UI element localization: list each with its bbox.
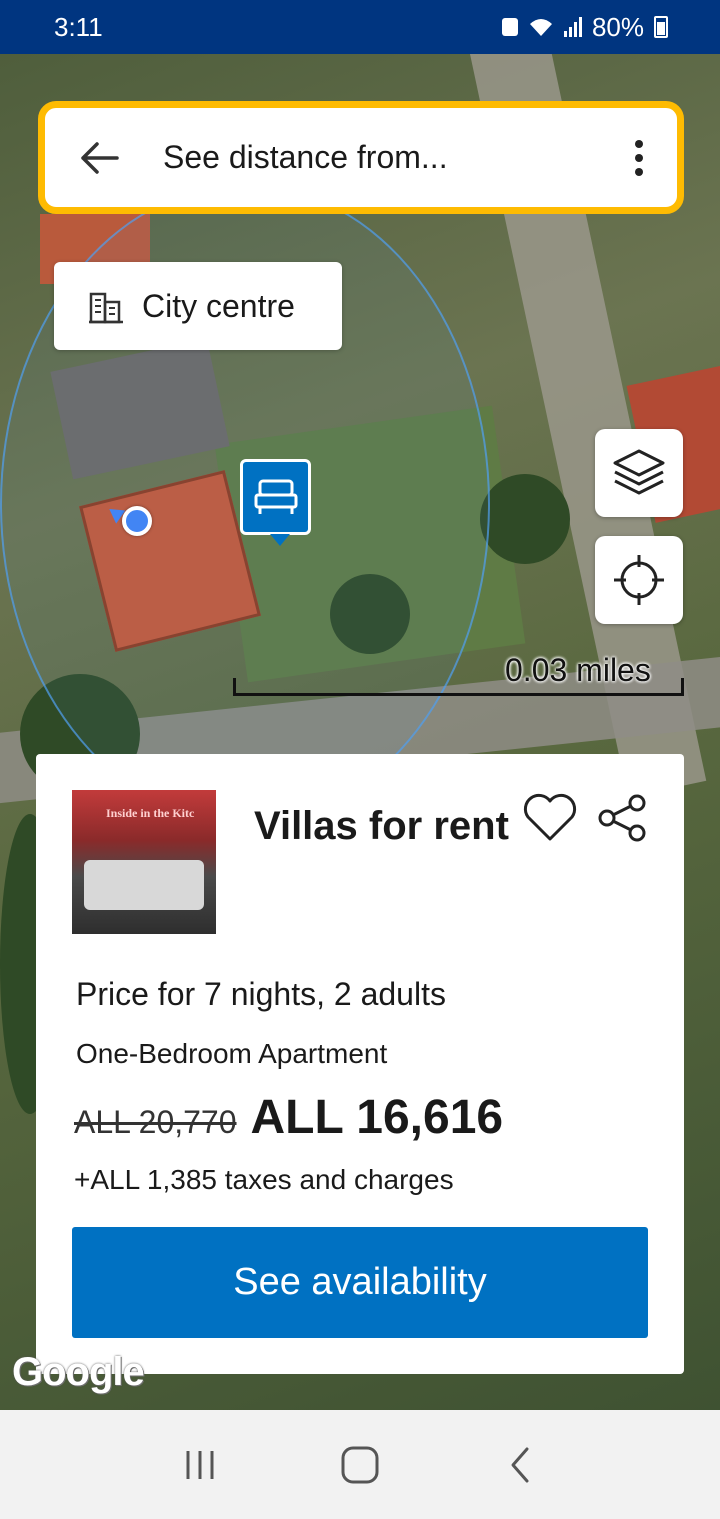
battery-icon [654, 16, 668, 38]
home-button[interactable] [330, 1435, 390, 1495]
thumbnail-caption: Inside in the Kitc [106, 806, 195, 820]
taxes-text: +ALL 1,385 taxes and charges [74, 1164, 454, 1195]
thumbnail-sofa [84, 860, 204, 910]
property-marker[interactable] [240, 459, 311, 546]
room-type: One-Bedroom Apartment [76, 1038, 388, 1069]
more-options-icon[interactable] [627, 136, 651, 180]
status-bar: 3:11 80% [0, 0, 720, 54]
recent-apps-icon [186, 1450, 214, 1479]
crosshair-icon [614, 555, 664, 605]
system-nav-bar [0, 1410, 720, 1519]
city-centre-chip[interactable]: City centre [54, 262, 342, 350]
city-building-icon [89, 292, 123, 324]
discounted-price: ALL 16,616 [250, 1091, 504, 1144]
back-chevron-icon [511, 1447, 529, 1482]
back-button[interactable] [490, 1435, 550, 1495]
favorite-button[interactable] [520, 790, 580, 846]
status-icons: 80% [501, 11, 668, 43]
property-name[interactable]: Villas for rent [254, 804, 509, 849]
home-icon [341, 1446, 379, 1483]
google-logo: Google [12, 1350, 145, 1394]
city-centre-label: City centre [142, 287, 295, 324]
bed-icon [254, 479, 297, 514]
wifi-icon [529, 19, 552, 36]
property-thumbnail[interactable]: Inside in the Kitc [72, 790, 216, 934]
recent-apps-button[interactable] [170, 1435, 230, 1495]
price-row: ALL 20,770 ALL 16,616 [74, 1090, 503, 1145]
heart-icon [523, 793, 577, 841]
map-scale-label: 0.03 miles [505, 652, 651, 688]
share-icon [598, 794, 646, 842]
distance-search-bar[interactable]: See distance from... [38, 101, 684, 214]
layers-icon [613, 449, 665, 495]
lock-icon [501, 18, 518, 36]
see-availability-button[interactable]: See availability [72, 1227, 648, 1338]
original-price: ALL 20,770 [74, 1104, 237, 1140]
map-tree [480, 474, 570, 564]
more-dot [635, 167, 643, 176]
price-for-text: Price for 7 nights, 2 adults [76, 976, 446, 1012]
map-layers-button[interactable] [595, 429, 683, 517]
status-time: 3:11 [54, 11, 103, 42]
more-dot [635, 153, 643, 162]
back-arrow-icon[interactable] [77, 136, 121, 180]
more-dot [635, 139, 643, 148]
battery-percent: 80% [591, 11, 644, 42]
signal-icon [563, 17, 582, 37]
share-button[interactable] [592, 790, 652, 846]
search-bar-title[interactable]: See distance from... [163, 139, 627, 176]
property-card[interactable]: Inside in the Kitc Villas for rent Price… [36, 754, 684, 1374]
current-location-dot [122, 506, 152, 536]
my-location-button[interactable] [595, 536, 683, 624]
